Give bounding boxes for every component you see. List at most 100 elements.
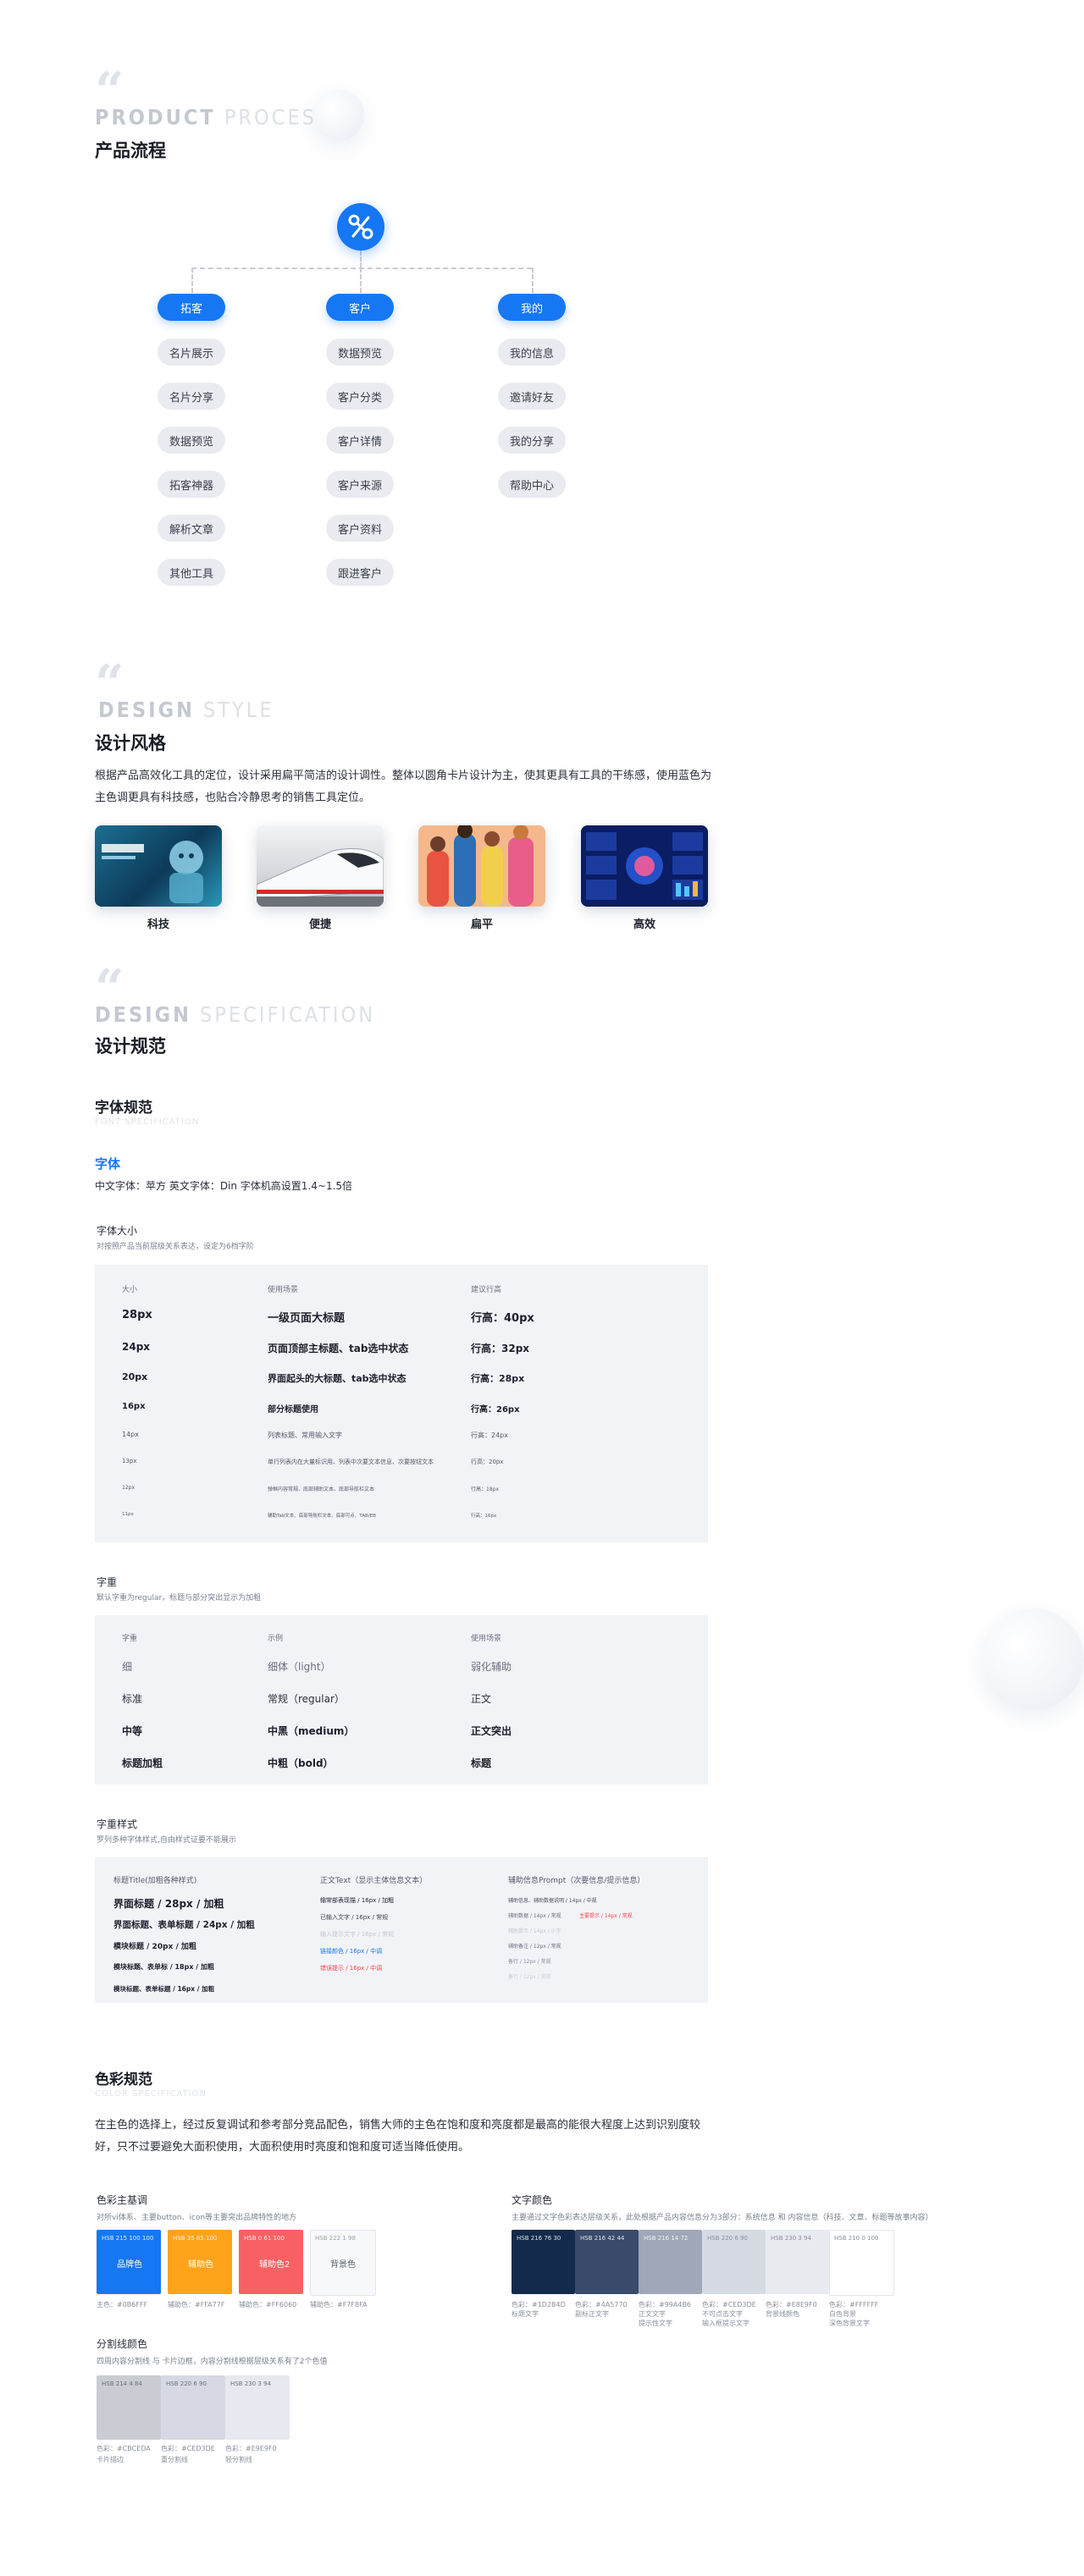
- flow-item[interactable]: 邀请好友: [498, 383, 566, 410]
- style-description: 根据产品高效化工具的定位，设计采用扁平简洁的设计调性。整体以圆角卡片设计为主，使…: [95, 769, 712, 804]
- table-cell: 24px: [122, 1341, 151, 1353]
- flow-item[interactable]: 数据预览: [326, 339, 394, 366]
- highspeed-train-image: [257, 848, 384, 907]
- flow-item[interactable]: 我的信息: [498, 339, 566, 366]
- table-cell: 常规（regular）: [268, 1693, 345, 1705]
- flow-connector: [532, 268, 534, 293]
- style-card-efficient: [581, 825, 708, 907]
- style-col-head: 辅助信息Prompt（次要信息/提示信息）: [508, 1877, 645, 1885]
- table-cell: 行高：16px: [471, 1514, 497, 1519]
- flow-item[interactable]: 客户分类: [326, 383, 394, 410]
- font-weight-table: [95, 1615, 708, 1784]
- divider-color-title: 分割线颜色: [97, 2338, 148, 2350]
- style-sample: 辅助信息、辅助数据说明 / 14px / 中规: [508, 1898, 597, 1904]
- table-header: 建议行高: [471, 1286, 502, 1294]
- color-spec-title: 色彩规范: [95, 2071, 152, 2088]
- swatch-caption: 副标正文字: [575, 2310, 609, 2318]
- style-sample: 输入提示文字 / 16px / 常规: [320, 1931, 395, 1938]
- flow-item[interactable]: 我的分享: [498, 427, 566, 454]
- flow-item[interactable]: 客户详情: [326, 427, 394, 454]
- table-cell: 单行列表内在大量标识用、列表中次要文本信息、次要按钮文本: [268, 1459, 434, 1465]
- table-cell: 标题: [471, 1757, 492, 1769]
- flow-item[interactable]: 客户资料: [326, 515, 394, 542]
- swatch-hsb: HSB 230 3 94: [230, 2380, 271, 2387]
- swatch-hsb: HSB 220 6 90: [166, 2380, 207, 2387]
- swatch-hsb: HSB 216 14 72: [644, 2235, 689, 2242]
- flow-item[interactable]: 名片展示: [158, 339, 225, 366]
- swatch-caption: 辅助色：#FF6060: [239, 2301, 297, 2308]
- flow-connector: [191, 268, 532, 269]
- swatch-hsb: HSB 216 42 44: [580, 2235, 625, 2242]
- flow-item[interactable]: 数据预览: [158, 427, 225, 454]
- font-size-note: 对按照产品当前层级关系表达，设定为6档字阶: [97, 1243, 254, 1251]
- style-card-flat: [418, 825, 545, 907]
- section-title-process: 产品流程: [95, 141, 166, 161]
- font-description: 中文字体：苹方 英文字体：Din 字体机高设置1.4~1.5倍: [95, 1180, 353, 1192]
- text-color-note: 主要通过文字色彩表达层级关系，此处根据产品内容信息分为3部分：系统信息 和 内容…: [512, 2214, 933, 2222]
- style-card-label: 扁平: [470, 918, 493, 931]
- table-cell: 16px: [122, 1402, 146, 1411]
- flow-item[interactable]: 客户来源: [326, 471, 394, 498]
- swatch-caption: 辅助色：#FFA77F: [168, 2301, 225, 2308]
- style-sample: 模块标题、表单标题 / 16px / 加粗: [113, 1985, 215, 1993]
- table-header: 使用场景: [268, 1286, 299, 1294]
- table-cell: 20px: [122, 1371, 148, 1382]
- flow-item[interactable]: 其他工具: [158, 559, 225, 586]
- style-sample: 辅助提示 / 14px / 小字: [508, 1928, 561, 1934]
- table-cell: 行高：24px: [471, 1431, 508, 1439]
- style-sample: 主要提示 / 14px / 常规: [579, 1913, 633, 1919]
- swatch-caption: 轻分割线: [225, 2456, 252, 2463]
- style-card-label: 科技: [147, 918, 169, 931]
- table-cell: 列表标题、常用输入文字: [268, 1431, 342, 1439]
- font-spec-title: 字体规范: [95, 1100, 152, 1117]
- table-cell: 一级页面大标题: [268, 1312, 346, 1325]
- flow-column-head[interactable]: 拓客: [158, 294, 225, 321]
- divider-color-note: 四周内容分割线 与 卡片边框，内容分割线根据层级关系有了2个色值: [97, 2358, 328, 2366]
- scissors-logo-icon: [348, 214, 373, 240]
- style-col-head: 正文Text（显示主体信息文本）: [320, 1877, 428, 1885]
- swatch-caption: 色彩：#CED3DE: [161, 2445, 215, 2452]
- style-sample: 辅助数据 / 14px / 常规: [508, 1913, 561, 1919]
- style-sample: 界面标题、表单标题 / 24px / 加粗: [113, 1920, 255, 1930]
- flow-item[interactable]: 拓客神器: [158, 471, 225, 498]
- font-weight-note: 默认字重为regular，标题与部分突出显示为加粗: [97, 1594, 262, 1602]
- flow-column-head[interactable]: 我的: [498, 294, 566, 321]
- color-spec-title-en: COLOR SPECIFICATION: [95, 2089, 207, 2099]
- flow-item[interactable]: 跟进客户: [326, 559, 394, 586]
- table-cell: 弱化辅助: [471, 1661, 512, 1673]
- table-cell: 28px: [122, 1309, 152, 1321]
- dashboard-image: [581, 825, 708, 907]
- section-en-title-spec: DESIGN SPECIFICATION: [95, 1002, 376, 1027]
- table-cell: 中黑（medium）: [268, 1725, 355, 1737]
- swatch-name: 品牌色: [117, 2260, 142, 2270]
- flow-connector: [360, 268, 362, 293]
- section-title-style: 设计风格: [95, 733, 166, 753]
- swatch-hsb: HSB 210 0 100: [834, 2235, 879, 2242]
- main-color-note: 对所vi体系、主要button、icon等主要突出品牌特性的地方: [97, 2214, 297, 2222]
- flow-column-head[interactable]: 客户: [326, 294, 394, 321]
- table-cell: 弹框内容常规、底部辅助文本、底部导航栏文本: [268, 1487, 375, 1492]
- swatch-caption: 辅助色：#F7F8FA: [310, 2301, 368, 2308]
- table-cell: 细体（light）: [268, 1661, 331, 1673]
- style-sample: 输常部表现描 / 16px / 加粗: [320, 1897, 395, 1904]
- style-sample: 备行 / 12px / 常规: [508, 1974, 551, 1980]
- style-sample: 界面标题 / 28px / 加粗: [113, 1898, 224, 1910]
- table-cell: 部分标题使用: [268, 1405, 318, 1415]
- decor-circle: [313, 90, 364, 141]
- flow-item[interactable]: 名片分享: [158, 383, 225, 410]
- style-sample: 模块标题 / 20px / 加粗: [113, 1943, 196, 1951]
- swatch-hsb: HSB 35 85 100: [173, 2235, 218, 2242]
- table-header: 示例: [268, 1635, 284, 1643]
- swatch-hsb: HSB 215 100 100: [102, 2235, 154, 2242]
- tech-robot-image: [102, 841, 203, 903]
- main-color-title: 色彩主基调: [97, 2194, 148, 2206]
- swatch-hsb: HSB 230 3 94: [771, 2235, 811, 2242]
- flow-item[interactable]: 解析文章: [158, 515, 225, 542]
- swatch-hsb: HSB 216 76 30: [517, 2235, 561, 2242]
- table-cell: 13px: [122, 1458, 137, 1465]
- font-style-title: 字重样式: [97, 1818, 138, 1830]
- table-cell: 细: [122, 1661, 133, 1673]
- flow-item[interactable]: 帮助中心: [498, 471, 566, 498]
- swatch-hsb: HSB 0 61 100: [244, 2235, 285, 2242]
- swatch-hsb: HSB 220 6 90: [707, 2235, 748, 2242]
